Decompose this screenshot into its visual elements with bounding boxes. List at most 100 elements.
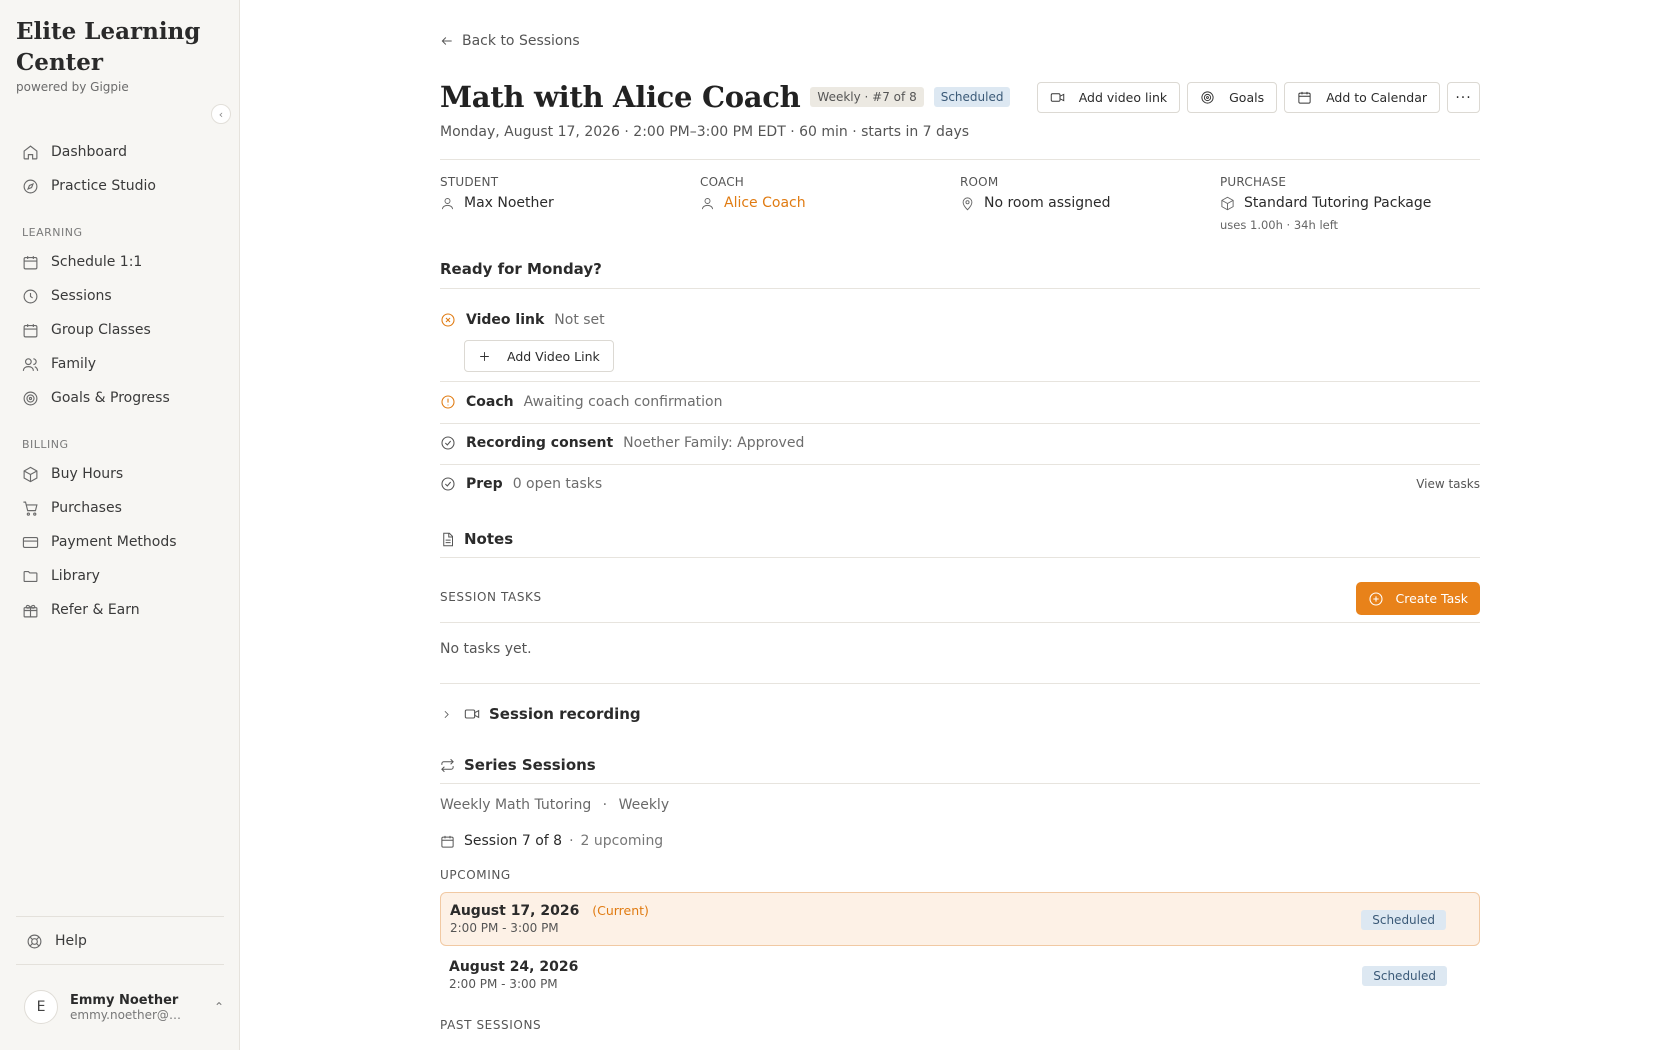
calendar-icon [441, 835, 454, 848]
main-content: Back to Sessions Math with Alice Coach W… [240, 0, 1680, 1050]
session-tasks-label: SESSION TASKS [440, 590, 542, 604]
past-sessions-label: PAST SESSIONS [440, 1018, 542, 1032]
home-icon [23, 144, 38, 159]
sidebar-item-goals[interactable]: Goals & Progress [12, 381, 228, 415]
series-title: Series Sessions [464, 756, 596, 774]
sidebar-item-label: Dashboard [51, 144, 127, 160]
create-task-button[interactable]: Create Task [1355, 582, 1480, 615]
session-time: 2:00 PM - 3:00 PM [449, 977, 558, 991]
session-datetime: Monday, August 17, 2026 · 2:00 PM–3:00 P… [440, 124, 970, 140]
divider [440, 423, 1480, 424]
check-label: Coach [466, 394, 514, 410]
current-marker: (Current) [592, 903, 649, 918]
status-badge: Scheduled [933, 87, 1011, 107]
package-icon [23, 466, 38, 482]
divider [440, 381, 1480, 382]
sidebar-item-library[interactable]: Library [12, 559, 228, 593]
page-title: Math with Alice Coach [440, 80, 801, 114]
check-detail: 0 open tasks [512, 476, 603, 492]
sidebar-item-help[interactable]: Help [16, 925, 87, 957]
calendar-plus-icon [1298, 91, 1311, 104]
series-session-row[interactable]: August 24, 2026 2:00 PM - 3:00 PM Schedu… [440, 949, 1480, 1003]
target-icon [23, 391, 38, 405]
sidebar-item-refer[interactable]: Refer & Earn [12, 593, 228, 627]
coach-label: COACH [700, 175, 745, 189]
user-menu[interactable]: E Emmy Noether emmy.noether@ex... ⌃ [24, 990, 224, 1024]
add-video-link-button[interactable]: Add video link [1036, 82, 1181, 113]
add-video-link-inline-button[interactable]: Add Video Link [464, 340, 614, 372]
calendar-icon [23, 255, 38, 269]
checklist-prep: Prep 0 open tasks View tasks [440, 476, 1480, 492]
sidebar-item-purchases[interactable]: Purchases [12, 491, 228, 525]
session-date: August 24, 2026 [449, 959, 579, 975]
sidebar-item-practice-studio[interactable]: Practice Studio [12, 169, 228, 203]
sidebar-item-schedule[interactable]: Schedule 1:1 [12, 245, 228, 279]
sidebar-item-group-classes[interactable]: Group Classes [12, 313, 228, 347]
button-label: Add video link [1078, 90, 1168, 105]
student-name: Max Noether [464, 195, 554, 211]
back-to-sessions-link[interactable]: Back to Sessions [440, 33, 580, 49]
session-meta: STUDENT Max Noether COACH Alice Coach RO… [440, 175, 1480, 232]
user-icon [702, 197, 713, 209]
purchase-value-row: Standard Tutoring Package [1220, 195, 1480, 211]
alert-circle-icon [441, 395, 455, 409]
user-icon [442, 197, 453, 209]
sidebar-item-sessions[interactable]: Sessions [12, 279, 228, 313]
room-info: ROOM No room assigned [960, 175, 1220, 232]
view-tasks-link[interactable]: View tasks [1416, 477, 1480, 491]
check-detail: Noether Family: Approved [623, 435, 805, 451]
student-info: STUDENT Max Noether [440, 175, 700, 232]
readiness-title-text: Ready for Monday? [440, 260, 602, 278]
button-label: Add Video Link [507, 348, 600, 364]
sidebar-item-label: Schedule 1:1 [51, 254, 143, 270]
session-recording-toggle[interactable]: Session recording [440, 705, 641, 723]
series-frequency: Weekly [618, 797, 670, 813]
sidebar-item-label: Sessions [51, 288, 112, 304]
divider [440, 683, 1480, 684]
series-session-row[interactable]: August 17, 2026 (Current) 2:00 PM - 3:00… [440, 892, 1480, 946]
status-badge: Scheduled [1361, 910, 1446, 930]
sidebar-item-family[interactable]: Family [12, 347, 228, 381]
coach-info: COACH Alice Coach [700, 175, 960, 232]
notes-header[interactable]: Notes [440, 530, 513, 548]
repeat-icon [441, 758, 454, 772]
sidebar-item-buy-hours[interactable]: Buy Hours [12, 457, 228, 491]
brand-subtitle: powered by Gigpie [16, 80, 129, 94]
checklist-recording-consent: Recording consent Noether Family: Approv… [440, 435, 1480, 451]
divider [440, 783, 1480, 784]
sidebar-item-dashboard[interactable]: Dashboard [12, 135, 228, 169]
series-sessions-header: Series Sessions [440, 756, 596, 774]
more-options-button[interactable]: ··· [1447, 82, 1480, 113]
room-label: ROOM [960, 175, 999, 189]
student-label: STUDENT [440, 175, 499, 189]
session-date-row: August 24, 2026 [449, 959, 1471, 975]
more-horizontal-icon: ··· [1455, 89, 1472, 106]
arrow-left-icon [441, 37, 452, 45]
room-value-row: No room assigned [960, 195, 1220, 211]
divider [440, 288, 1480, 289]
readiness-title: Ready for Monday? [440, 260, 602, 278]
plus-icon [480, 351, 489, 361]
compass-icon [23, 179, 38, 193]
header-actions: Add video link Goals Add to Calendar ··· [1036, 82, 1480, 113]
sidebar-item-label: Refer & Earn [51, 602, 140, 618]
sidebar-item-label: Help [55, 933, 87, 949]
check-label: Video link [466, 312, 545, 328]
check-circle-icon [441, 477, 455, 491]
sidebar-item-label: Goals & Progress [51, 390, 170, 406]
collapse-sidebar-button[interactable]: ‹ [211, 104, 231, 124]
coach-name-link[interactable]: Alice Coach [724, 195, 806, 211]
sidebar-item-payment-methods[interactable]: Payment Methods [12, 525, 228, 559]
series-badge: Weekly · #7 of 8 [810, 87, 924, 107]
users-icon [22, 357, 39, 371]
brand: Elite Learning Center powered by Gigpie [16, 16, 216, 94]
add-to-calendar-button[interactable]: Add to Calendar [1284, 82, 1440, 113]
upcoming-label: UPCOMING [440, 868, 511, 882]
goals-button[interactable]: Goals [1187, 82, 1278, 113]
x-circle-icon [441, 313, 455, 327]
sidebar-nav: Dashboard Practice Studio LEARNING Sched… [12, 135, 228, 627]
session-time: 2:00 PM - 3:00 PM [450, 921, 559, 935]
sidebar: Elite Learning Center powered by Gigpie … [0, 0, 240, 1050]
sidebar-item-label: Payment Methods [51, 534, 177, 550]
button-label: Add to Calendar [1326, 90, 1427, 105]
